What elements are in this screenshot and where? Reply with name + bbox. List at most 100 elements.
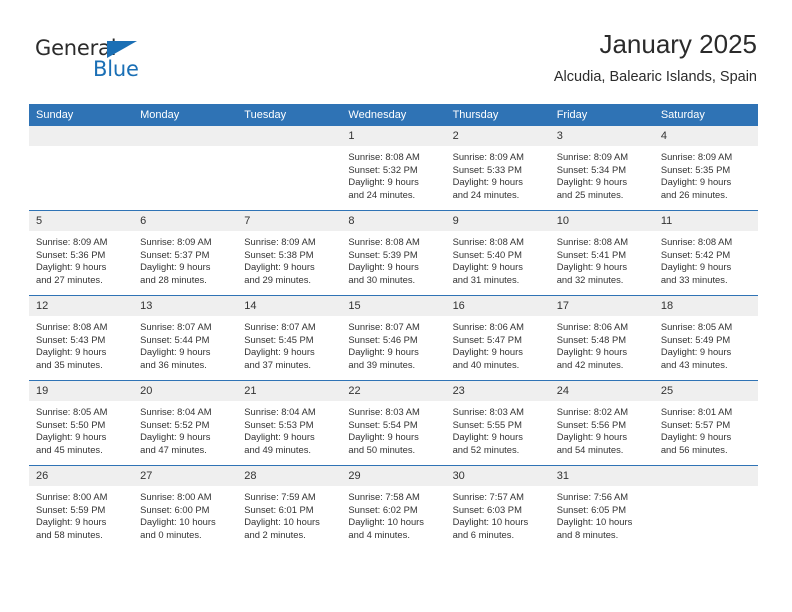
daylight-text: Daylight: 9 hours: [348, 431, 419, 443]
day-number: 2: [445, 126, 550, 146]
calendar-week-row: 26 Sunrise: 8:00 AM Sunset: 5:59 PM Dayligh…: [29, 465, 758, 550]
daylight-text: Daylight: 9 hours: [36, 431, 107, 443]
calendar-day-cell[interactable]: 17 Sunrise: 8:06 AM Sunset: 5:48 PM Dayligh…: [549, 295, 654, 381]
day-number: [29, 126, 134, 146]
day-details: Sunrise: 7:56 AM Sunset: 6:05 PM Daylight:…: [550, 486, 654, 541]
calendar-day-cell[interactable]: 4 Sunrise: 8:09 AM Sunset: 5:35 PM Daylight…: [653, 126, 758, 211]
day-number: 1: [341, 126, 446, 146]
sunrise-text: Sunrise: 8:08 AM: [348, 151, 420, 162]
calendar-day-cell[interactable]: 31 Sunrise: 7:56 AM Sunset: 6:05 PM Dayligh…: [549, 465, 654, 550]
sunset-text: Sunset: 5:33 PM: [452, 163, 522, 175]
day-details: Sunrise: 8:07 AM Sunset: 5:46 PM Daylight:…: [341, 316, 445, 371]
sunset-text: Sunset: 6:02 PM: [348, 503, 418, 515]
calendar-day-cell[interactable]: 14 Sunrise: 8:07 AM Sunset: 5:45 PM Dayligh…: [237, 295, 342, 381]
title-block: January 2025 Alcudia, Balearic Islands, …: [554, 29, 757, 85]
sunset-text: Sunset: 5:44 PM: [140, 333, 210, 345]
daylight-text: and 42 minutes.: [556, 358, 624, 370]
day-number: 3: [549, 126, 654, 146]
daylight-text: and 56 minutes.: [660, 443, 728, 455]
day-number: 22: [341, 381, 446, 401]
daylight-text: Daylight: 9 hours: [556, 346, 628, 358]
day-number: 18: [653, 296, 758, 316]
daylight-text: and 32 minutes.: [556, 273, 624, 285]
daylight-text: and 24 minutes.: [452, 188, 520, 200]
page-title: January 2025: [599, 29, 757, 59]
weekday-header-sunday: Sunday: [29, 104, 134, 126]
daylight-text: Daylight: 9 hours: [660, 261, 732, 273]
calendar-day-cell[interactable]: 24 Sunrise: 8:02 AM Sunset: 5:56 PM Dayligh…: [549, 380, 654, 466]
sunset-text: Sunset: 5:39 PM: [348, 248, 418, 260]
calendar-day-cell[interactable]: 3 Sunrise: 8:09 AM Sunset: 5:34 PM Daylight…: [549, 126, 654, 211]
sunrise-sunset-calendar: Sunday Monday Tuesday Wednesday Thursday…: [29, 104, 758, 550]
calendar-day-cell[interactable]: 2 Sunrise: 8:09 AM Sunset: 5:33 PM Daylight…: [445, 126, 550, 211]
daylight-text: Daylight: 9 hours: [348, 346, 419, 358]
calendar-day-cell[interactable]: 6 Sunrise: 8:09 AM Sunset: 5:37 PM Daylight…: [133, 210, 238, 296]
sunrise-text: Sunrise: 8:09 AM: [140, 236, 212, 247]
daylight-text: Daylight: 9 hours: [348, 176, 419, 188]
calendar-day-cell[interactable]: 25 Sunrise: 8:01 AM Sunset: 5:57 PM Dayligh…: [653, 380, 758, 466]
weekday-header-tuesday: Tuesday: [237, 104, 342, 126]
calendar-header-row: Sunday Monday Tuesday Wednesday Thursday…: [29, 104, 758, 126]
sunset-text: Sunset: 5:37 PM: [140, 248, 210, 260]
sunrise-text: Sunrise: 8:09 AM: [36, 236, 108, 247]
daylight-text: and 49 minutes.: [244, 443, 311, 455]
day-number: 20: [133, 381, 238, 401]
daylight-text: and 40 minutes.: [452, 358, 520, 370]
daylight-text: and 54 minutes.: [556, 443, 624, 455]
calendar-day-cell[interactable]: 27 Sunrise: 8:00 AM Sunset: 6:00 PM Dayligh…: [133, 465, 238, 550]
calendar-week-row: 5 Sunrise: 8:09 AM Sunset: 5:36 PM Daylight…: [29, 210, 758, 296]
calendar-day-cell[interactable]: 10 Sunrise: 8:08 AM Sunset: 5:41 PM Dayligh…: [549, 210, 654, 296]
daylight-text: and 43 minutes.: [660, 358, 728, 370]
sunset-text: Sunset: 5:48 PM: [556, 333, 627, 345]
sunrise-text: Sunrise: 8:02 AM: [556, 406, 629, 417]
calendar-day-cell[interactable]: 9 Sunrise: 8:08 AM Sunset: 5:40 PM Daylight…: [445, 210, 550, 296]
daylight-text: and 58 minutes.: [36, 528, 103, 540]
sunset-text: Sunset: 5:40 PM: [452, 248, 522, 260]
weekday-header-friday: Friday: [549, 104, 654, 126]
sunrise-text: Sunrise: 8:01 AM: [660, 406, 733, 417]
day-details: Sunrise: 8:04 AM Sunset: 5:52 PM Daylight:…: [133, 401, 237, 456]
calendar-day-cell[interactable]: 18 Sunrise: 8:05 AM Sunset: 5:49 PM Dayligh…: [653, 295, 758, 381]
calendar-day-cell[interactable]: 8 Sunrise: 8:08 AM Sunset: 5:39 PM Daylight…: [341, 210, 446, 296]
general-blue-logo: General Blue: [35, 36, 175, 82]
daylight-text: and 50 minutes.: [348, 443, 416, 455]
daylight-text: Daylight: 9 hours: [348, 261, 419, 273]
day-number: 4: [653, 126, 758, 146]
daylight-text: and 24 minutes.: [348, 188, 416, 200]
sunset-text: Sunset: 5:47 PM: [452, 333, 522, 345]
daylight-text: Daylight: 9 hours: [36, 346, 107, 358]
calendar-day-cell[interactable]: 22 Sunrise: 8:03 AM Sunset: 5:54 PM Dayligh…: [341, 380, 446, 466]
sunset-text: Sunset: 5:57 PM: [660, 418, 731, 430]
calendar-day-cell[interactable]: 1 Sunrise: 8:08 AM Sunset: 5:32 PM Daylight…: [341, 126, 446, 211]
calendar-day-cell[interactable]: 11 Sunrise: 8:08 AM Sunset: 5:42 PM Dayligh…: [653, 210, 758, 296]
calendar-day-cell[interactable]: 12 Sunrise: 8:08 AM Sunset: 5:43 PM Dayligh…: [29, 295, 134, 381]
calendar-day-cell[interactable]: 13 Sunrise: 8:07 AM Sunset: 5:44 PM Dayligh…: [133, 295, 238, 381]
daylight-text: Daylight: 9 hours: [556, 176, 628, 188]
sunrise-text: Sunrise: 8:07 AM: [348, 321, 420, 332]
calendar-day-cell[interactable]: 29 Sunrise: 7:58 AM Sunset: 6:02 PM Dayligh…: [341, 465, 446, 550]
calendar-day-cell[interactable]: 30 Sunrise: 7:57 AM Sunset: 6:03 PM Dayligh…: [445, 465, 550, 550]
daylight-text: Daylight: 9 hours: [556, 261, 628, 273]
daylight-text: and 28 minutes.: [140, 273, 207, 285]
calendar-day-cell[interactable]: 28 Sunrise: 7:59 AM Sunset: 6:01 PM Dayligh…: [237, 465, 342, 550]
calendar-day-cell[interactable]: 5 Sunrise: 8:09 AM Sunset: 5:36 PM Daylight…: [29, 210, 134, 296]
calendar-day-cell[interactable]: 21 Sunrise: 8:04 AM Sunset: 5:53 PM Dayligh…: [237, 380, 342, 466]
weekday-header-wednesday: Wednesday: [341, 104, 446, 126]
calendar-day-cell-empty: [133, 126, 238, 211]
calendar-day-cell[interactable]: 26 Sunrise: 8:00 AM Sunset: 5:59 PM Dayligh…: [29, 465, 134, 550]
calendar-day-cell[interactable]: 19 Sunrise: 8:05 AM Sunset: 5:50 PM Dayligh…: [29, 380, 134, 466]
calendar-day-cell[interactable]: 15 Sunrise: 8:07 AM Sunset: 5:46 PM Dayligh…: [341, 295, 446, 381]
day-number: 31: [549, 466, 654, 486]
calendar-day-cell[interactable]: 16 Sunrise: 8:06 AM Sunset: 5:47 PM Dayligh…: [445, 295, 550, 381]
calendar-day-cell[interactable]: 20 Sunrise: 8:04 AM Sunset: 5:52 PM Dayligh…: [133, 380, 238, 466]
calendar-day-cell[interactable]: 23 Sunrise: 8:03 AM Sunset: 5:55 PM Dayligh…: [445, 380, 550, 466]
day-details: Sunrise: 8:06 AM Sunset: 5:47 PM Daylight:…: [446, 316, 550, 371]
weekday-header-thursday: Thursday: [445, 104, 550, 126]
sunrise-text: Sunrise: 8:00 AM: [36, 491, 108, 502]
calendar-week-row: 19 Sunrise: 8:05 AM Sunset: 5:50 PM Dayligh…: [29, 380, 758, 466]
daylight-text: Daylight: 9 hours: [140, 346, 211, 358]
daylight-text: Daylight: 9 hours: [36, 516, 107, 528]
sunset-text: Sunset: 6:00 PM: [140, 503, 210, 515]
calendar-day-cell[interactable]: 7 Sunrise: 8:09 AM Sunset: 5:38 PM Daylight…: [237, 210, 342, 296]
daylight-text: and 31 minutes.: [452, 273, 520, 285]
